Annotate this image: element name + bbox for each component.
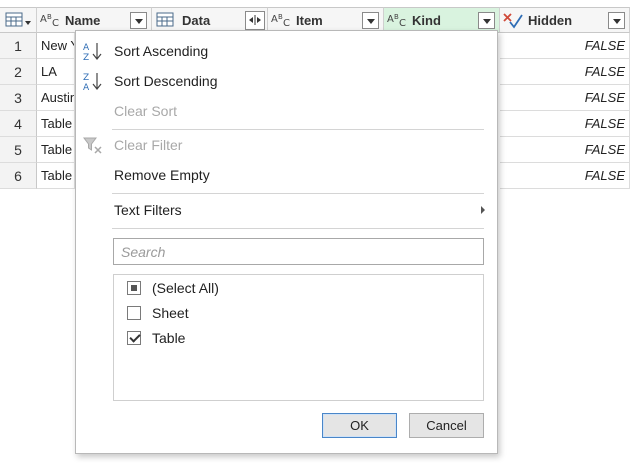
text-type-icon: A B C — [271, 13, 290, 29]
name-cell[interactable]: New Y — [37, 33, 75, 59]
row-number[interactable]: 3 — [0, 85, 37, 111]
name-cell[interactable]: LA — [37, 59, 75, 85]
clear-sort-item: Clear Sort — [76, 97, 497, 125]
hidden-cell[interactable]: FALSE — [500, 163, 630, 189]
row-number[interactable]: 6 — [0, 163, 37, 189]
filter-dropdown-button[interactable] — [478, 12, 495, 29]
name-cell[interactable]: Table — [37, 111, 75, 137]
name-cell[interactable]: Table — [37, 163, 75, 189]
svg-text:A: A — [83, 83, 90, 91]
svg-text:A: A — [387, 14, 394, 25]
column-header-hidden[interactable]: Hidden — [500, 7, 630, 33]
text-type-icon: A B C — [387, 13, 406, 29]
checkbox-checked[interactable] — [127, 331, 141, 345]
expand-column-icon[interactable] — [245, 11, 265, 30]
menu-item-label: Sort Ascending — [114, 43, 209, 59]
filter-value-list: (Select All) Sheet Table — [113, 274, 484, 401]
svg-text:A: A — [40, 14, 47, 25]
filter-option-sheet[interactable]: Sheet — [127, 303, 189, 323]
table-menu-icon — [5, 12, 31, 27]
text-filters-item[interactable]: Text Filters — [76, 196, 497, 224]
clear-filter-icon — [83, 137, 102, 154]
ok-button[interactable]: OK — [322, 413, 397, 438]
menu-item-label: Sort Descending — [114, 73, 218, 89]
sort-ascending-item[interactable]: A Z Sort Ascending — [76, 37, 497, 65]
svg-text:A: A — [271, 14, 278, 25]
submenu-arrow-icon — [481, 206, 485, 214]
name-cell[interactable]: Austin — [37, 85, 75, 111]
row-number[interactable]: 2 — [0, 59, 37, 85]
filter-dropdown-button[interactable] — [130, 12, 147, 29]
svg-text:A: A — [83, 43, 90, 53]
name-cell[interactable]: Table — [37, 137, 75, 163]
filter-option-label: (Select All) — [152, 280, 219, 296]
clear-filter-item: Clear Filter — [76, 131, 497, 159]
menu-separator — [112, 129, 484, 130]
filter-dropdown-button[interactable] — [608, 12, 625, 29]
search-input[interactable] — [113, 238, 484, 265]
hidden-cell[interactable]: FALSE — [500, 111, 630, 137]
checkbox-indeterminate[interactable] — [127, 281, 141, 295]
menu-separator — [112, 228, 484, 229]
remove-empty-item[interactable]: Remove Empty — [76, 161, 497, 189]
svg-text:Z: Z — [83, 73, 89, 83]
table-corner-button[interactable] — [0, 7, 37, 33]
text-type-icon: A B C — [40, 13, 59, 29]
table-type-icon — [156, 12, 174, 27]
filter-option-select-all[interactable]: (Select All) — [127, 278, 219, 298]
cancel-button[interactable]: Cancel — [409, 413, 484, 438]
row-number[interactable]: 1 — [0, 33, 37, 59]
menu-item-label: Remove Empty — [114, 167, 210, 183]
sort-descending-icon: Z A — [83, 73, 102, 91]
hidden-cell[interactable]: FALSE — [500, 85, 630, 111]
checkbox-unchecked[interactable] — [127, 306, 141, 320]
sort-ascending-icon: A Z — [83, 43, 102, 61]
svg-text:C: C — [399, 18, 406, 29]
filter-option-label: Table — [152, 330, 186, 346]
svg-text:C: C — [52, 18, 59, 29]
row-number[interactable]: 5 — [0, 137, 37, 163]
row-number[interactable]: 4 — [0, 111, 37, 137]
svg-text:C: C — [283, 18, 290, 29]
filter-option-label: Sheet — [152, 305, 189, 321]
filter-dropdown-button[interactable] — [362, 12, 379, 29]
svg-text:Z: Z — [83, 53, 89, 61]
menu-item-label: Clear Filter — [114, 137, 183, 153]
sort-descending-item[interactable]: Z A Sort Descending — [76, 67, 497, 95]
menu-item-label: Text Filters — [114, 202, 182, 218]
menu-item-label: Clear Sort — [114, 103, 178, 119]
hidden-cell[interactable]: FALSE — [500, 137, 630, 163]
menu-separator — [112, 193, 484, 194]
hidden-cell[interactable]: FALSE — [500, 33, 630, 59]
filter-option-table[interactable]: Table — [127, 328, 185, 348]
hidden-cell[interactable]: FALSE — [500, 59, 630, 85]
logical-type-icon — [503, 13, 523, 29]
column-filter-menu: A Z Sort Ascending Z A Sort Descending C… — [75, 30, 498, 454]
